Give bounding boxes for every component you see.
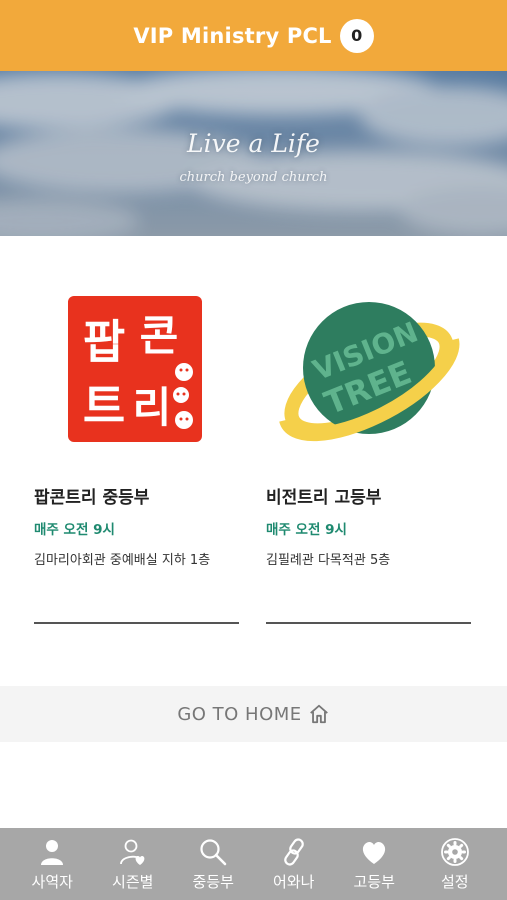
person-heart-icon — [119, 839, 145, 865]
ministry-time: 매주 오전 9시 — [34, 522, 115, 538]
ministry-name: 팝콘트리 중등부 — [34, 488, 150, 508]
link-icon — [283, 837, 304, 866]
banner-subtitle: church beyond church — [179, 170, 328, 185]
nav-item-settings[interactable]: 설정 — [420, 837, 490, 892]
nav-item-seasons[interactable]: 시즌별 — [98, 837, 168, 892]
nav-item-awana[interactable]: 어와나 — [259, 837, 329, 892]
home-icon — [309, 704, 328, 724]
notification-badge[interactable]: 0 — [339, 18, 374, 53]
card-divider — [34, 622, 239, 624]
ministry-place: 김마리아회관 중예배실 지하 1층 — [34, 553, 211, 568]
heart-icon — [363, 841, 386, 864]
popcorn-tree-logo: 팝 콘 트 리 — [68, 296, 202, 442]
nav-item-middle-school[interactable]: 중등부 — [178, 837, 248, 892]
ministry-name: 비전트리 고등부 — [266, 488, 382, 508]
nav-label: 고등부 — [353, 872, 395, 891]
ministry-card-vision-tree[interactable]: VISION TREE 비전트리 고등부 매주 오전 9시 김필례관 다목적관 … — [266, 280, 472, 625]
vision-tree-logo: VISION TREE — [279, 302, 460, 442]
nav-label: 어와나 — [273, 872, 315, 891]
logo-char-3: 트 — [83, 379, 125, 433]
logo-char-2: 콘 — [140, 311, 179, 360]
nav-item-high-school[interactable]: 고등부 — [339, 837, 409, 892]
logo-char-1: 팝 — [83, 315, 125, 369]
ministry-time: 매주 오전 9시 — [266, 522, 347, 538]
nav-label: 설정 — [440, 872, 469, 891]
app-title: VIP Ministry PCL — [133, 23, 332, 48]
hero-banner: Live a Life church beyond church — [0, 71, 507, 236]
go-to-home-button[interactable]: GO TO HOME — [0, 686, 507, 742]
go-to-home-label: GO TO HOME — [177, 703, 302, 725]
search-icon — [200, 838, 227, 865]
person-icon — [41, 839, 64, 865]
ministry-card-popcorn-tree[interactable]: 팝 콘 트 리 팝콘트리 중등부 매주 오전 9시 김마리아회관 중예배실 지하… — [34, 280, 240, 625]
nav-label: 중등부 — [192, 872, 234, 891]
card-divider — [266, 622, 471, 624]
banner-title: Live a Life — [187, 129, 320, 158]
logo-char-4: 리 — [133, 383, 172, 432]
nav-item-ministers[interactable]: 사역자 — [17, 837, 87, 892]
app-header: VIP Ministry PCL 0 — [0, 0, 507, 71]
bottom-nav: 사역자 시즌별 중등부 어와나 고등부 설정 — [0, 828, 507, 900]
gear-icon — [440, 837, 469, 866]
nav-label: 시즌별 — [112, 872, 154, 891]
nav-label: 사역자 — [31, 872, 73, 891]
ministry-place: 김필례관 다목적관 5층 — [266, 553, 391, 568]
